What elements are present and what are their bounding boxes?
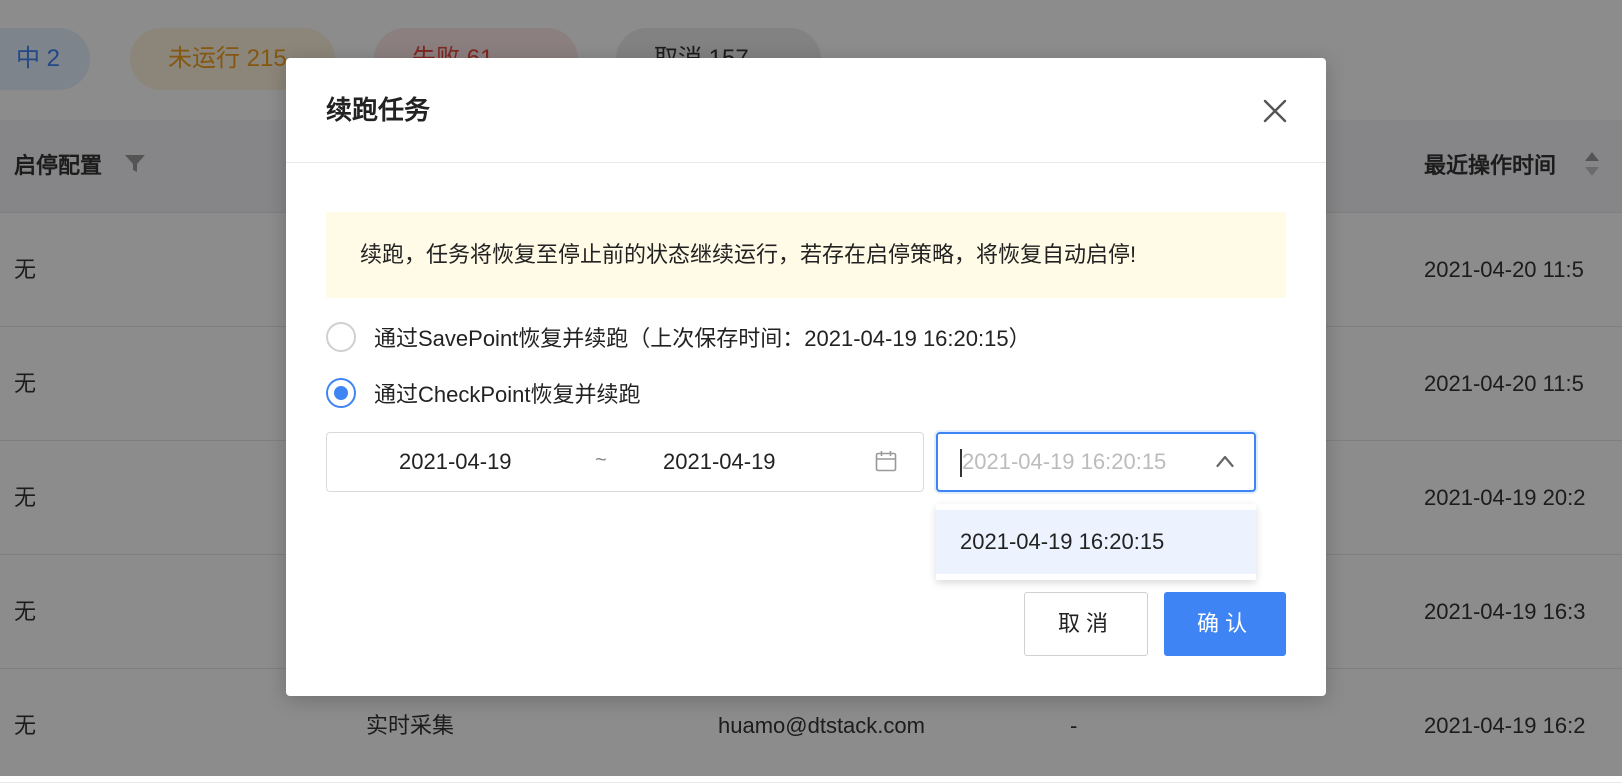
- modal-title: 续跑任务: [326, 95, 431, 125]
- resume-task-modal: 续跑任务 续跑，任务将恢复至停止前的状态继续运行，若存在启停策略，将恢复自动启停…: [286, 58, 1326, 696]
- dropdown-option[interactable]: 2021-04-19 16:20:15: [936, 510, 1256, 574]
- range-separator: ~: [595, 449, 607, 471]
- checkpoint-time-select[interactable]: 2021-04-19 16:20:15: [936, 432, 1256, 492]
- radio-checkpoint[interactable]: 通过CheckPoint恢复并续跑: [326, 376, 641, 410]
- range-end-date[interactable]: 2021-04-19: [663, 433, 776, 491]
- close-icon[interactable]: [1262, 98, 1288, 124]
- radio-savepoint[interactable]: 通过SavePoint恢复并续跑（上次保存时间：2021-04-19 16:20…: [326, 320, 1031, 354]
- radio-savepoint-circle[interactable]: [326, 322, 356, 352]
- date-range-picker[interactable]: 2021-04-19 ~ 2021-04-19: [326, 432, 924, 492]
- time-select-dropdown: 2021-04-19 16:20:15: [936, 504, 1256, 580]
- chevron-up-icon[interactable]: [1216, 454, 1234, 468]
- calendar-icon[interactable]: [875, 450, 897, 472]
- warning-alert: 续跑，任务将恢复至停止前的状态继续运行，若存在启停策略，将恢复自动启停!: [326, 212, 1286, 298]
- radio-savepoint-label: 通过SavePoint恢复并续跑（上次保存时间：2021-04-19 16:20…: [374, 326, 1031, 351]
- confirm-button[interactable]: 确认: [1164, 592, 1286, 656]
- range-start-date[interactable]: 2021-04-19: [399, 433, 512, 491]
- modal-header: 续跑任务: [286, 58, 1326, 163]
- radio-checkpoint-circle[interactable]: [326, 378, 356, 408]
- alert-text: 续跑，任务将恢复至停止前的状态继续运行，若存在启停策略，将恢复自动启停!: [360, 242, 1137, 267]
- radio-checkpoint-label: 通过CheckPoint恢复并续跑: [374, 382, 641, 407]
- time-select-placeholder: 2021-04-19 16:20:15: [962, 449, 1167, 474]
- cancel-button[interactable]: 取消: [1024, 592, 1148, 656]
